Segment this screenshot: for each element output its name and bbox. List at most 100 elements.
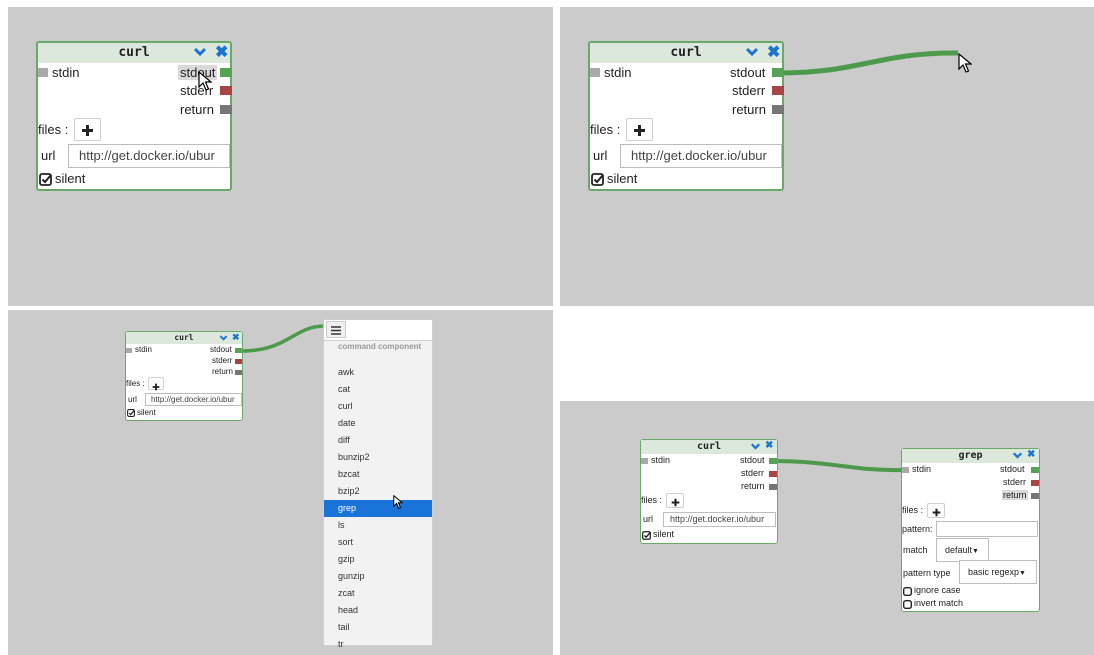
caret-down-icon: ▼ (972, 548, 979, 555)
menu-item-awk[interactable]: awk (324, 364, 432, 381)
menu-item-ls[interactable]: ls (324, 517, 432, 534)
pattern-type-select[interactable]: basic regexp▼ (959, 560, 1037, 584)
plus-icon (82, 125, 93, 136)
menu-item-zcat[interactable]: zcat (324, 585, 432, 602)
add-file-button[interactable] (148, 377, 164, 391)
return-port[interactable] (220, 105, 232, 114)
checkbox-checked-icon[interactable] (127, 409, 135, 417)
chevron-down-icon[interactable] (1012, 451, 1023, 460)
stderr-label: stderr (212, 356, 233, 365)
stderr-port[interactable] (772, 86, 784, 95)
checkbox-checked-icon[interactable] (642, 531, 651, 540)
stdin-label: stdin (651, 455, 671, 465)
stdout-port[interactable] (1031, 467, 1039, 473)
stderr-port[interactable] (1031, 480, 1039, 486)
menu-item-gunzip[interactable]: gunzip (324, 568, 432, 585)
return-port[interactable] (1031, 493, 1039, 499)
return-port[interactable] (769, 484, 777, 490)
checkbox-checked-icon[interactable] (39, 173, 52, 186)
url-input[interactable]: http://get.docker.io/ubur (145, 393, 242, 406)
menu-item-gzip[interactable]: gzip (324, 551, 432, 568)
close-icon[interactable]: ✖ (215, 42, 228, 62)
silent-label: silent (653, 529, 675, 539)
menu-header: command component (338, 342, 422, 351)
close-icon[interactable]: ✖ (1027, 449, 1035, 460)
stdout-port[interactable] (235, 348, 242, 353)
menu-item-bunzip2[interactable]: bunzip2 (324, 449, 432, 466)
url-input[interactable]: http://get.docker.io/ubur (663, 512, 776, 527)
connection-wire (240, 324, 324, 353)
stdin-port[interactable] (902, 467, 909, 473)
url-input[interactable]: http://get.docker.io/ubur (68, 144, 230, 168)
curl-node[interactable]: curl ✖ stdin stdout stderr return files … (125, 331, 243, 421)
add-file-button[interactable] (927, 503, 945, 518)
menu-item-sort[interactable]: sort (324, 534, 432, 551)
menu-search-bar[interactable] (324, 320, 432, 341)
command-component-menu[interactable]: command component awk cat curl date diff bunz… (323, 319, 433, 649)
stdout-label: stdout (740, 455, 765, 465)
menu-item-cat[interactable]: cat (324, 381, 432, 398)
plus-icon (634, 125, 645, 136)
curl-node[interactable]: curl ✖ stdin stdout stderr return files … (588, 41, 784, 191)
stdout-port[interactable] (220, 68, 232, 77)
curl-node[interactable]: curl ✖ stdin stdout stderr return files … (36, 41, 232, 191)
close-icon[interactable]: ✖ (232, 332, 240, 343)
url-label: url (593, 148, 608, 163)
chevron-down-icon[interactable] (750, 442, 761, 451)
checkbox-empty-icon[interactable] (903, 587, 912, 596)
url-label: url (128, 395, 137, 404)
add-file-button[interactable] (74, 118, 101, 141)
menu-item-grep[interactable]: grep (324, 500, 432, 517)
files-label: files : (590, 122, 621, 137)
node-title: curl (118, 45, 150, 60)
pattern-input[interactable] (936, 521, 1038, 537)
stdin-port[interactable] (38, 68, 48, 77)
ignore-case-label: ignore case (914, 585, 961, 595)
close-icon[interactable]: ✖ (765, 440, 773, 451)
stderr-port[interactable] (235, 359, 242, 364)
return-port[interactable] (235, 370, 242, 375)
node-title: curl (696, 441, 722, 452)
pattern-type-value: basic regexp (968, 567, 1020, 577)
return-label: return (180, 102, 214, 117)
stderr-port[interactable] (769, 471, 777, 477)
checkbox-checked-icon[interactable] (591, 173, 604, 186)
caret-down-icon: ▼ (1019, 570, 1026, 577)
node-title: grep (958, 450, 983, 461)
menu-item-tail[interactable]: tail (324, 619, 432, 636)
chevron-down-icon[interactable] (193, 46, 207, 58)
stdout-port[interactable] (772, 68, 784, 77)
stdout-port[interactable] (769, 458, 777, 464)
stdin-port[interactable] (641, 458, 648, 464)
add-file-button[interactable] (666, 493, 684, 508)
close-icon[interactable]: ✖ (767, 42, 780, 62)
stdin-port[interactable] (126, 348, 132, 353)
menu-item-head[interactable]: head (324, 602, 432, 619)
chevron-down-icon[interactable] (219, 334, 228, 342)
pattern-label: pattern: (902, 524, 933, 534)
menu-item-diff[interactable]: diff (324, 432, 432, 449)
stdin-port[interactable] (590, 68, 600, 77)
menu-item-bzcat[interactable]: bzcat (324, 466, 432, 483)
stdout-label: stdout (210, 345, 232, 354)
menu-item-date[interactable]: date (324, 415, 432, 432)
stdout-label: stdout (730, 65, 766, 80)
url-input[interactable]: http://get.docker.io/ubur (620, 144, 782, 168)
return-port[interactable] (772, 105, 784, 114)
curl-node[interactable]: curl ✖ stdin stdout stderr return files … (640, 439, 778, 544)
menu-item-tr[interactable]: tr (324, 636, 432, 653)
stderr-port[interactable] (220, 86, 232, 95)
menu-icon-button[interactable] (326, 321, 346, 338)
url-label: url (643, 514, 654, 524)
silent-label: silent (607, 171, 638, 186)
checkbox-empty-icon[interactable] (903, 600, 912, 609)
stderr-label: stderr (1003, 477, 1027, 487)
menu-item-curl[interactable]: curl (324, 398, 432, 415)
invert-match-label: invert match (914, 598, 964, 608)
match-select[interactable]: default▼ (936, 538, 989, 562)
files-label: files : (902, 505, 924, 515)
add-file-button[interactable] (626, 118, 653, 141)
menu-item-bzip2[interactable]: bzip2 (324, 483, 432, 500)
chevron-down-icon[interactable] (745, 46, 759, 58)
grep-node[interactable]: grep ✖ stdin stdout stderr return files … (901, 448, 1040, 612)
